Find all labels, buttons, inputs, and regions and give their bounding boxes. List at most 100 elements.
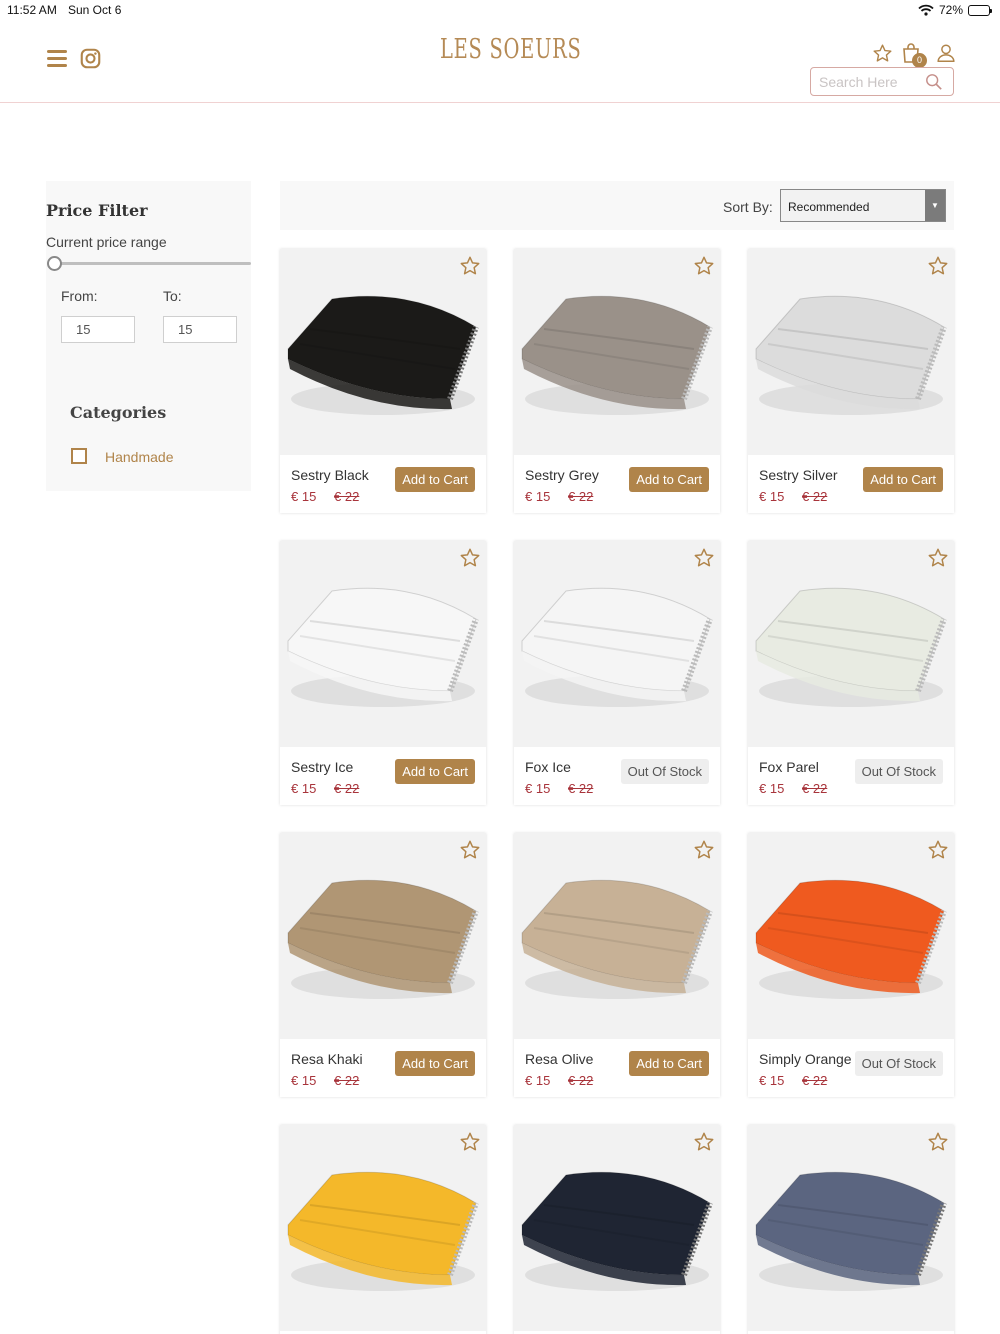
product-old-price: € 22 — [568, 1073, 594, 1088]
blanket-illustration — [521, 295, 713, 415]
product-name[interactable]: Sestry Ice — [291, 759, 353, 775]
add-to-cart-button[interactable]: Add to Cart — [863, 467, 943, 492]
product-image[interactable] — [748, 833, 954, 1039]
favorite-star-icon[interactable] — [693, 1131, 715, 1153]
dropdown-arrow-icon: ▼ — [925, 190, 945, 221]
favorite-star-icon[interactable] — [927, 839, 949, 861]
product-price: € 15 — [525, 781, 551, 796]
product-name[interactable]: Resa Olive — [525, 1051, 593, 1067]
status-date: Sun Oct 6 — [68, 3, 122, 17]
sort-selected-value: Recommended — [788, 200, 870, 214]
blanket-illustration — [521, 1171, 713, 1291]
product-price: € 15 — [291, 1073, 317, 1088]
product-name[interactable]: Simply Orange — [759, 1051, 852, 1067]
product-price: € 15 — [525, 489, 551, 504]
product-image[interactable] — [514, 1125, 720, 1331]
favorite-star-icon[interactable] — [693, 839, 715, 861]
out-of-stock-button[interactable]: Out Of Stock — [620, 759, 709, 784]
add-to-cart-button[interactable]: Add to Cart — [395, 759, 475, 784]
category-checkbox-handmade[interactable] — [71, 448, 87, 464]
product-old-price: € 22 — [802, 489, 828, 504]
category-label-handmade[interactable]: Handmade — [105, 449, 174, 465]
price-from-input[interactable] — [61, 316, 135, 343]
user-icon[interactable] — [935, 42, 957, 64]
product-card[interactable]: Resa Khaki € 15 € 22 Add to Cart — [280, 833, 486, 1097]
blanket-illustration — [287, 1171, 479, 1291]
product-old-price: € 22 — [802, 1073, 828, 1088]
product-image[interactable] — [280, 1125, 486, 1331]
product-card[interactable]: Sestry Silver € 15 € 22 Add to Cart — [748, 249, 954, 513]
logo-text: LES SOEURS — [440, 34, 582, 65]
product-card[interactable]: Sestry Black € 15 € 22 Add to Cart — [280, 249, 486, 513]
blanket-illustration — [521, 879, 713, 999]
blanket-illustration — [755, 879, 947, 999]
to-label: To: — [163, 288, 182, 304]
instagram-icon[interactable] — [80, 48, 101, 69]
favorite-star-icon[interactable] — [927, 1131, 949, 1153]
product-image[interactable] — [514, 833, 720, 1039]
favorite-star-icon[interactable] — [459, 1131, 481, 1153]
status-time: 11:52 AM — [7, 3, 57, 17]
blanket-illustration — [755, 587, 947, 707]
blanket-illustration — [287, 295, 479, 415]
blanket-illustration — [287, 587, 479, 707]
out-of-stock-button[interactable]: Out Of Stock — [854, 759, 943, 784]
product-price: € 15 — [525, 1073, 551, 1088]
favorite-star-icon[interactable] — [459, 255, 481, 277]
product-image[interactable] — [748, 541, 954, 747]
product-card[interactable]: Sestry Ice € 15 € 22 Add to Cart — [280, 541, 486, 805]
favorite-star-icon[interactable] — [459, 839, 481, 861]
product-image[interactable] — [280, 541, 486, 747]
product-card[interactable]: Fox Ice € 15 € 22 Out Of Stock — [514, 541, 720, 805]
product-old-price: € 22 — [568, 781, 594, 796]
product-card[interactable]: Fox Parel € 15 € 22 Out Of Stock — [748, 541, 954, 805]
product-card[interactable]: Simply Orange € 15 € 22 Out Of Stock — [748, 833, 954, 1097]
sort-bar: Sort By: Recommended ▼ — [280, 181, 954, 230]
search-icon[interactable] — [925, 73, 943, 91]
product-name[interactable]: Resa Khaki — [291, 1051, 363, 1067]
favorite-star-icon[interactable] — [693, 547, 715, 569]
add-to-cart-button[interactable]: Add to Cart — [395, 1051, 475, 1076]
product-card[interactable]: Sestry Grey € 15 € 22 Add to Cart — [514, 249, 720, 513]
price-slider-handle[interactable] — [47, 256, 62, 271]
product-image[interactable] — [748, 249, 954, 455]
menu-icon[interactable] — [47, 50, 67, 68]
product-image[interactable] — [280, 833, 486, 1039]
wishlist-star-icon[interactable] — [872, 43, 893, 64]
product-image[interactable] — [280, 249, 486, 455]
filter-sidebar: Price Filter Current price range From: T… — [46, 181, 251, 491]
favorite-star-icon[interactable] — [459, 547, 481, 569]
search-box — [810, 67, 954, 96]
product-image[interactable] — [748, 1125, 954, 1331]
product-name[interactable]: Sestry Black — [291, 467, 369, 483]
product-image[interactable] — [514, 541, 720, 747]
product-name[interactable]: Fox Parel — [759, 759, 819, 775]
sort-select[interactable]: Recommended ▼ — [780, 189, 946, 222]
product-old-price: € 22 — [802, 781, 828, 796]
product-name[interactable]: Sestry Grey — [525, 467, 599, 483]
add-to-cart-button[interactable]: Add to Cart — [395, 467, 475, 492]
product-price: € 15 — [759, 1073, 785, 1088]
wifi-icon — [918, 4, 934, 16]
price-slider-track[interactable] — [49, 262, 251, 265]
price-to-input[interactable] — [163, 316, 237, 343]
add-to-cart-button[interactable]: Add to Cart — [629, 1051, 709, 1076]
from-label: From: — [61, 288, 98, 304]
brand-logo[interactable]: LES SOEURS — [440, 34, 582, 74]
favorite-star-icon[interactable] — [927, 547, 949, 569]
search-input[interactable] — [819, 72, 919, 91]
add-to-cart-button[interactable]: Add to Cart — [629, 467, 709, 492]
product-name[interactable]: Fox Ice — [525, 759, 571, 775]
product-card[interactable] — [514, 1125, 720, 1334]
product-card[interactable] — [748, 1125, 954, 1334]
product-old-price: € 22 — [334, 781, 360, 796]
favorite-star-icon[interactable] — [927, 255, 949, 277]
favorite-star-icon[interactable] — [693, 255, 715, 277]
product-name[interactable]: Sestry Silver — [759, 467, 838, 483]
product-image[interactable] — [514, 249, 720, 455]
cart-button[interactable]: 0 — [901, 42, 927, 68]
out-of-stock-button[interactable]: Out Of Stock — [854, 1051, 943, 1076]
status-right: 72% — [918, 3, 992, 17]
product-card[interactable]: Resa Olive € 15 € 22 Add to Cart — [514, 833, 720, 1097]
product-card[interactable] — [280, 1125, 486, 1334]
